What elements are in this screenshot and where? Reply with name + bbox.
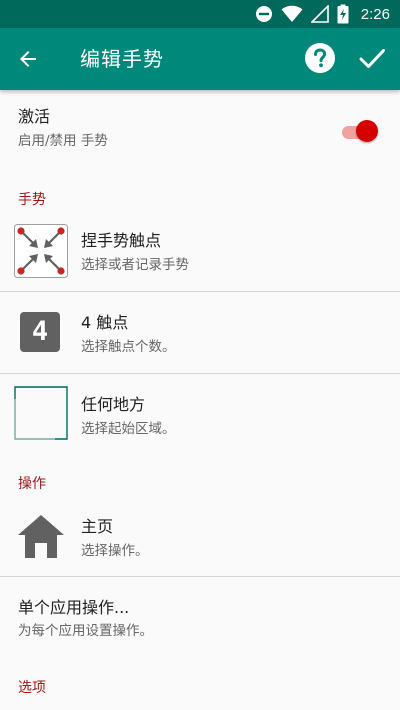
back-arrow-icon[interactable] (16, 47, 40, 71)
activate-subtitle: 启用/禁用 手势 (18, 133, 108, 149)
area-frame-icon (14, 386, 68, 440)
status-time: 2:26 (360, 5, 390, 23)
check-icon[interactable] (358, 44, 386, 72)
do-not-disturb-icon (255, 6, 272, 22)
list-item-title: 单个应用操作... (18, 598, 130, 617)
status-icons: 2:26 (255, 4, 390, 24)
list-item-title: 捏手势触点 (81, 231, 162, 250)
status-bar: 2:26 (0, 0, 400, 28)
list-item-title: 4 触点 (81, 313, 129, 332)
home-icon (18, 515, 64, 558)
settings-list: 激活 启用/禁用 手势 手势 捏手势触点 选择或者记录手势 4 4 触点 选择触… (0, 90, 400, 710)
pinch-gesture-icon (14, 224, 68, 278)
list-item-per-app-action[interactable]: 单个应用操作... 为每个应用设置操作。 (0, 577, 400, 655)
section-header-gesture: 手势 (18, 192, 46, 208)
list-item-subtitle: 选择或者记录手势 (81, 257, 189, 273)
number-4-icon: 4 (20, 312, 60, 352)
toggle-thumb (356, 120, 378, 142)
section-header-options: 选项 (18, 680, 46, 696)
section-header-action: 操作 (18, 476, 46, 492)
activate-row[interactable]: 激活 启用/禁用 手势 (0, 90, 400, 170)
list-item-subtitle: 为每个应用设置操作。 (18, 623, 153, 639)
list-item-title: 主页 (81, 517, 114, 536)
list-item-touch-points[interactable]: 4 4 触点 选择触点个数。 (0, 292, 400, 374)
list-item-home-action[interactable]: 主页 选择操作。 (0, 506, 400, 576)
list-item-subtitle: 选择操作。 (81, 543, 149, 559)
list-item-subtitle: 选择触点个数。 (81, 339, 176, 355)
list-item-subtitle: 选择起始区域。 (81, 421, 176, 437)
signal-icon (310, 5, 329, 23)
wifi-icon (281, 5, 303, 22)
activate-toggle[interactable] (340, 120, 380, 144)
list-item-pinch-gesture[interactable]: 捏手势触点 选择或者记录手势 (0, 224, 400, 290)
help-icon[interactable] (304, 42, 336, 74)
activate-title: 激活 (18, 107, 51, 126)
page-title: 编辑手势 (80, 47, 164, 71)
list-item-title: 任何地方 (81, 395, 146, 414)
battery-charging-icon (337, 4, 349, 24)
app-bar: 编辑手势 (0, 28, 400, 90)
list-item-start-area[interactable]: 任何地方 选择起始区域。 (0, 374, 400, 454)
